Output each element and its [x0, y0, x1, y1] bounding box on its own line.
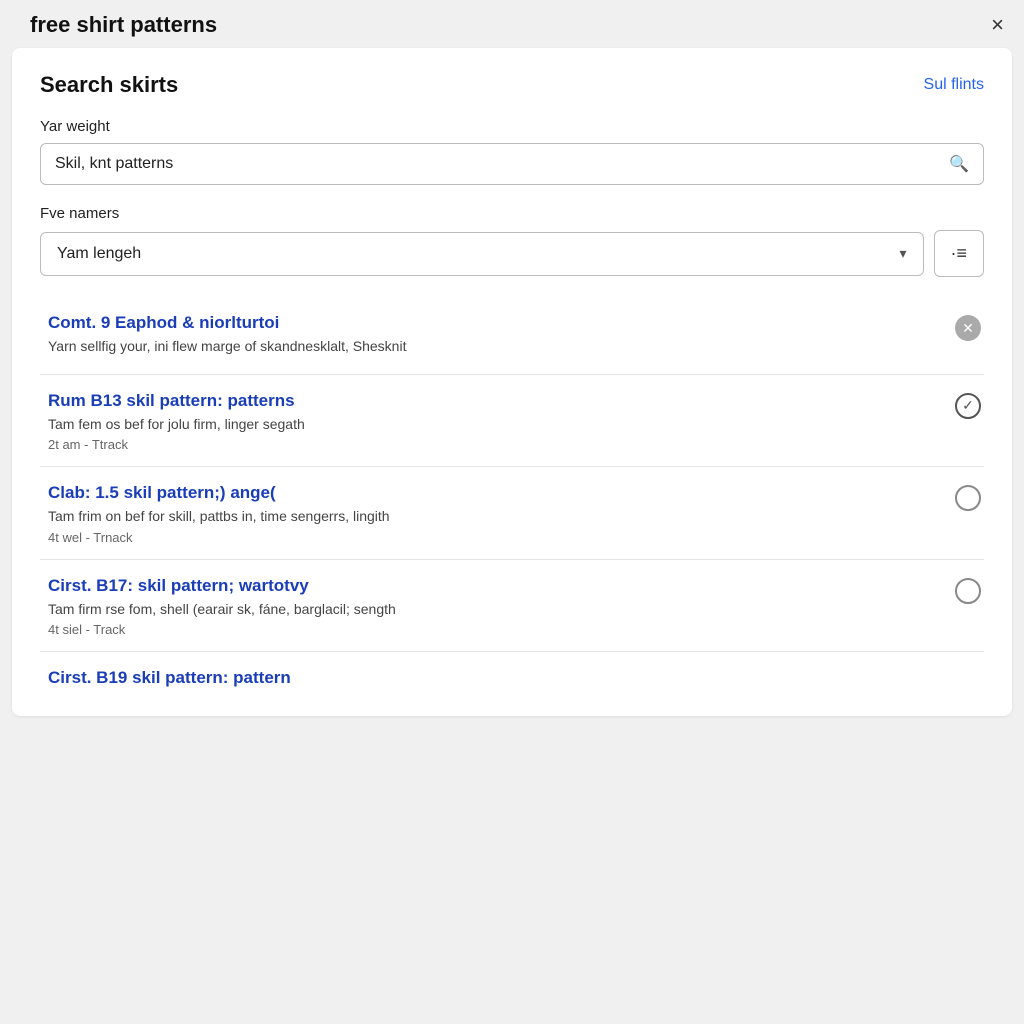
- result-title: Rum B13 skil pattern: patterns: [48, 391, 940, 411]
- result-title: Comt. 9 Eaphod & niorlturtoi: [48, 313, 940, 333]
- dropdown-value: Yam lengeh: [57, 245, 141, 263]
- result-desc: Tam frim on bef for skill, pattbs in, ti…: [48, 507, 940, 527]
- yarn-length-dropdown[interactable]: Yam lengeh ▾: [40, 232, 924, 276]
- app-window: free shirt patterns × Search skirts Sul …: [0, 0, 1024, 1024]
- results-list: Comt. 9 Eaphod & niorlturtoi Yarn sellfi…: [40, 297, 984, 696]
- result-meta: 4t wel - Trnack: [48, 530, 940, 545]
- result-content: Cirst. B17: skil pattern; wartotvy Tam f…: [48, 576, 952, 638]
- title-bar: free shirt patterns ×: [0, 0, 1024, 48]
- filter-button[interactable]: ·≡: [934, 230, 985, 277]
- search-input[interactable]: [55, 155, 941, 173]
- x-circle-icon: ✕: [955, 315, 981, 341]
- search-box: 🔍: [40, 143, 984, 185]
- list-item[interactable]: Cirst. B19 skil pattern: pattern: [40, 651, 984, 696]
- yar-weight-section: Yar weight 🔍: [40, 118, 984, 185]
- list-item[interactable]: Cirst. B17: skil pattern; wartotvy Tam f…: [40, 559, 984, 652]
- card-header: Search skirts Sul flints: [40, 72, 984, 98]
- result-title: Cirst. B17: skil pattern; wartotvy: [48, 576, 940, 596]
- result-icon: [952, 483, 984, 511]
- result-meta: 2t am - Ttrack: [48, 437, 940, 452]
- result-title: Cirst. B19 skil pattern: pattern: [48, 668, 984, 688]
- card-title: Search skirts: [40, 72, 178, 98]
- circle-icon: [955, 485, 981, 511]
- result-content: Comt. 9 Eaphod & niorlturtoi Yarn sellfi…: [48, 313, 952, 360]
- fve-namers-section: Fve namers Yam lengeh ▾ ·≡: [40, 205, 984, 277]
- list-item[interactable]: Comt. 9 Eaphod & niorlturtoi Yarn sellfi…: [40, 297, 984, 374]
- close-button[interactable]: ×: [991, 14, 1004, 36]
- sul-flints-link[interactable]: Sul flints: [924, 76, 984, 94]
- list-item[interactable]: Rum B13 skil pattern: patterns Tam fem o…: [40, 374, 984, 467]
- chevron-down-icon: ▾: [899, 245, 906, 262]
- result-icon: ✓: [952, 391, 984, 419]
- result-content: Rum B13 skil pattern: patterns Tam fem o…: [48, 391, 952, 453]
- result-desc: Yarn sellfig your, ini flew marge of ska…: [48, 337, 940, 357]
- circle-icon: [955, 578, 981, 604]
- window-title: free shirt patterns: [30, 12, 217, 38]
- result-title: Clab: 1.5 skil pattern;) ange(: [48, 483, 940, 503]
- filter-row: Yam lengeh ▾ ·≡: [40, 230, 984, 277]
- result-desc: Tam firm rse fom, shell (earair sk, fáne…: [48, 600, 940, 620]
- result-icon: [952, 576, 984, 604]
- main-card: Search skirts Sul flints Yar weight 🔍 Fv…: [12, 48, 1012, 716]
- yar-weight-label: Yar weight: [40, 118, 984, 135]
- search-icon: 🔍: [949, 154, 969, 174]
- list-item[interactable]: Clab: 1.5 skil pattern;) ange( Tam frim …: [40, 466, 984, 559]
- result-meta: 4t siel - Track: [48, 622, 940, 637]
- fve-namers-label: Fve namers: [40, 205, 984, 222]
- result-desc: Tam fem os bef for jolu firm, linger seg…: [48, 415, 940, 435]
- result-icon: ✕: [952, 313, 984, 341]
- result-content: Clab: 1.5 skil pattern;) ange( Tam frim …: [48, 483, 952, 545]
- checkmark-icon: ✓: [955, 393, 981, 419]
